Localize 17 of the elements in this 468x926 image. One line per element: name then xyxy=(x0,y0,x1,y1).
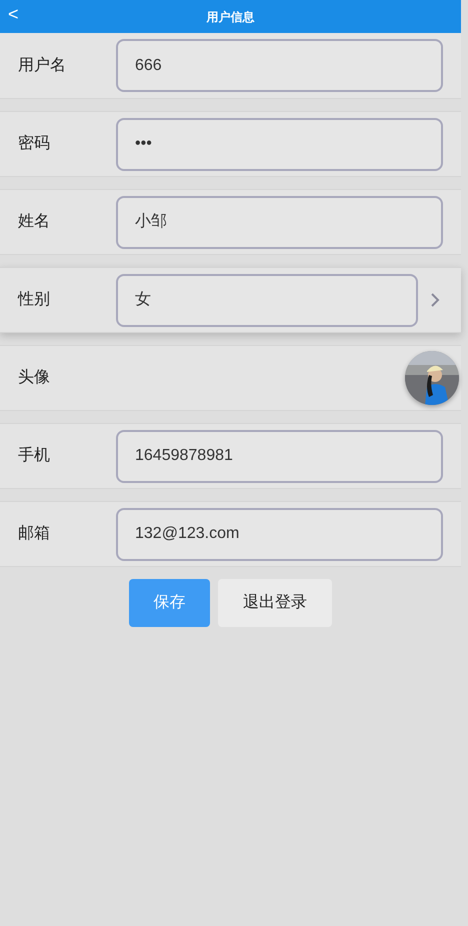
field-label: 用户名 xyxy=(18,56,67,76)
input-field[interactable]: 132@123.com xyxy=(116,508,443,560)
field-label: 头像 xyxy=(18,368,51,388)
field-label: 密码 xyxy=(18,134,51,154)
input-field[interactable]: 小邹 xyxy=(116,196,443,248)
field-label: 姓名 xyxy=(18,212,51,232)
field-label: 邮箱 xyxy=(18,524,51,544)
input-field[interactable]: ••• xyxy=(116,118,443,170)
select-field[interactable]: 女 xyxy=(116,274,418,326)
logout-button[interactable]: 退出登录 xyxy=(218,579,332,627)
field-label: 手机 xyxy=(18,446,51,466)
input-field[interactable]: 16459878981 xyxy=(116,430,443,482)
input-field[interactable]: 666 xyxy=(116,39,443,92)
chevron-right-icon[interactable] xyxy=(430,292,440,308)
back-button[interactable]: < xyxy=(8,4,19,24)
field-label: 性别 xyxy=(18,290,51,310)
page-title: 用户信息 xyxy=(206,8,254,26)
